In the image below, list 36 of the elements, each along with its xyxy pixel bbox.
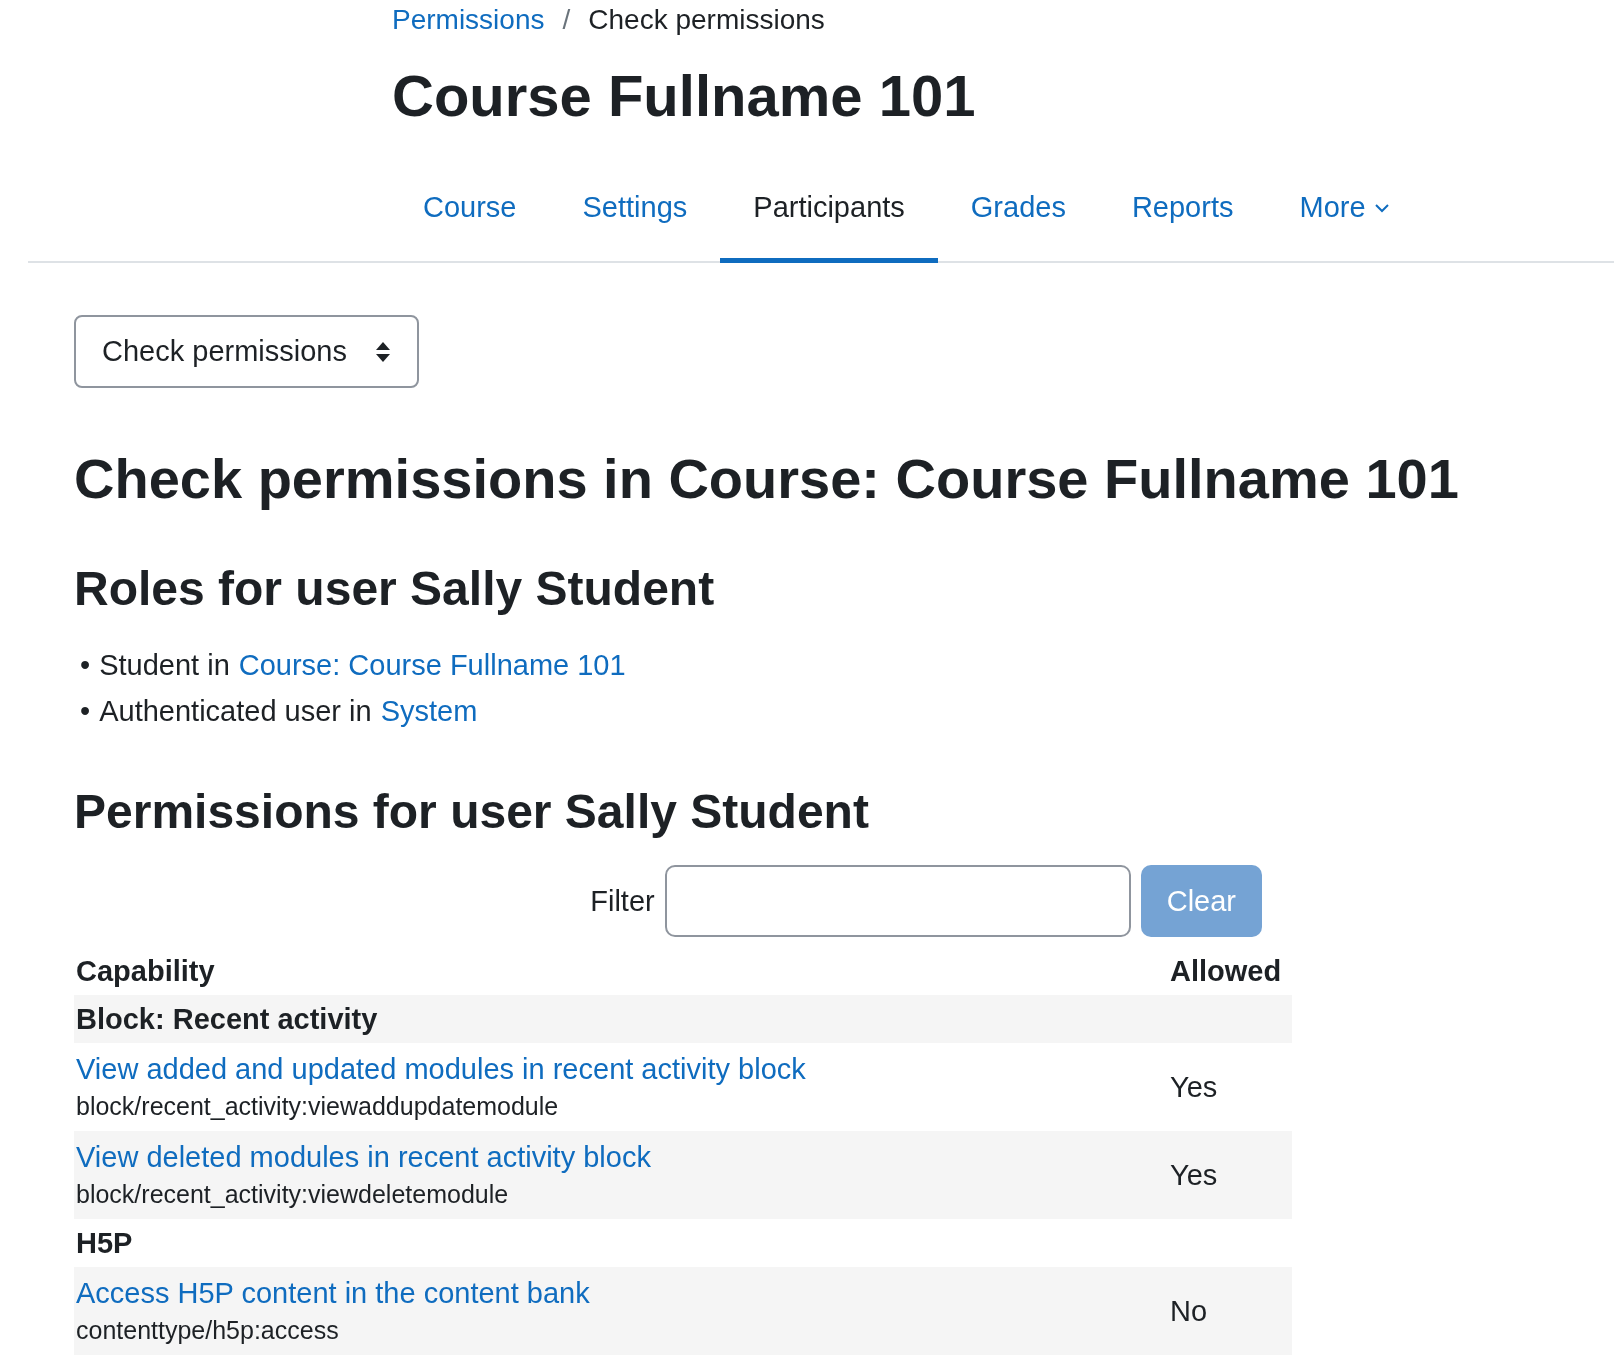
nav-tab[interactable]: Course — [390, 177, 550, 263]
page-heading: Check permissions in Course: Course Fullname 101 — [74, 446, 1460, 511]
allowed-value: Yes — [1170, 1158, 1219, 1192]
nav-tab[interactable]: Reports — [1098, 177, 1267, 263]
column-header: Allowed — [1170, 954, 1282, 987]
nav-tab[interactable]: Grades — [937, 177, 1099, 263]
section-heading: Roles for user Sally Student — [74, 561, 716, 616]
breadcrumb-separator: / — [562, 4, 571, 36]
context-link[interactable]: Course: Course Fullname 101 — [238, 642, 626, 688]
role-text: Student in — [99, 648, 230, 683]
allowed-value: No — [1170, 1294, 1209, 1328]
breadcrumb-link[interactable]: Permissions — [392, 4, 545, 36]
sort-arrows-icon — [375, 340, 391, 363]
capability-link[interactable]: View added and updated modules in recent activity block — [76, 1053, 1170, 1086]
nav-tab[interactable]: More — [1266, 177, 1423, 263]
nav-tab[interactable]: Settings — [549, 177, 721, 263]
column-header: Capability — [76, 954, 216, 988]
filter-field[interactable] — [664, 865, 1131, 937]
page-select[interactable]: Check permissions — [74, 315, 419, 388]
capability-link[interactable]: View deleted modules in recent activity block — [76, 1141, 1170, 1174]
category-heading: Block: Recent activity — [76, 1002, 378, 1036]
role-text: Authenticated user in — [99, 694, 372, 729]
filter-label: Filter — [590, 884, 655, 918]
nav-tab[interactable]: Participants — [720, 177, 938, 263]
allowed-value: Yes — [1170, 1070, 1219, 1104]
capability-code: block/recent_activity:viewaddupdatemodule — [76, 1092, 560, 1121]
breadcrumb-current: Check permissions — [588, 4, 825, 36]
capability-link[interactable]: Access H5P content in the content bank — [76, 1277, 1170, 1310]
context-link[interactable]: System — [380, 688, 478, 734]
bullet: • — [80, 694, 91, 729]
section-heading: Permissions for user Sally Student — [74, 784, 870, 839]
bullet: • — [80, 648, 91, 683]
category-heading: H5P — [76, 1226, 133, 1260]
capability-code: contenttype/h5p:access — [76, 1316, 340, 1345]
course-title: Course Fullname 101 — [392, 62, 977, 129]
capability-code: block/recent_activity:viewdeletemodule — [76, 1180, 510, 1209]
